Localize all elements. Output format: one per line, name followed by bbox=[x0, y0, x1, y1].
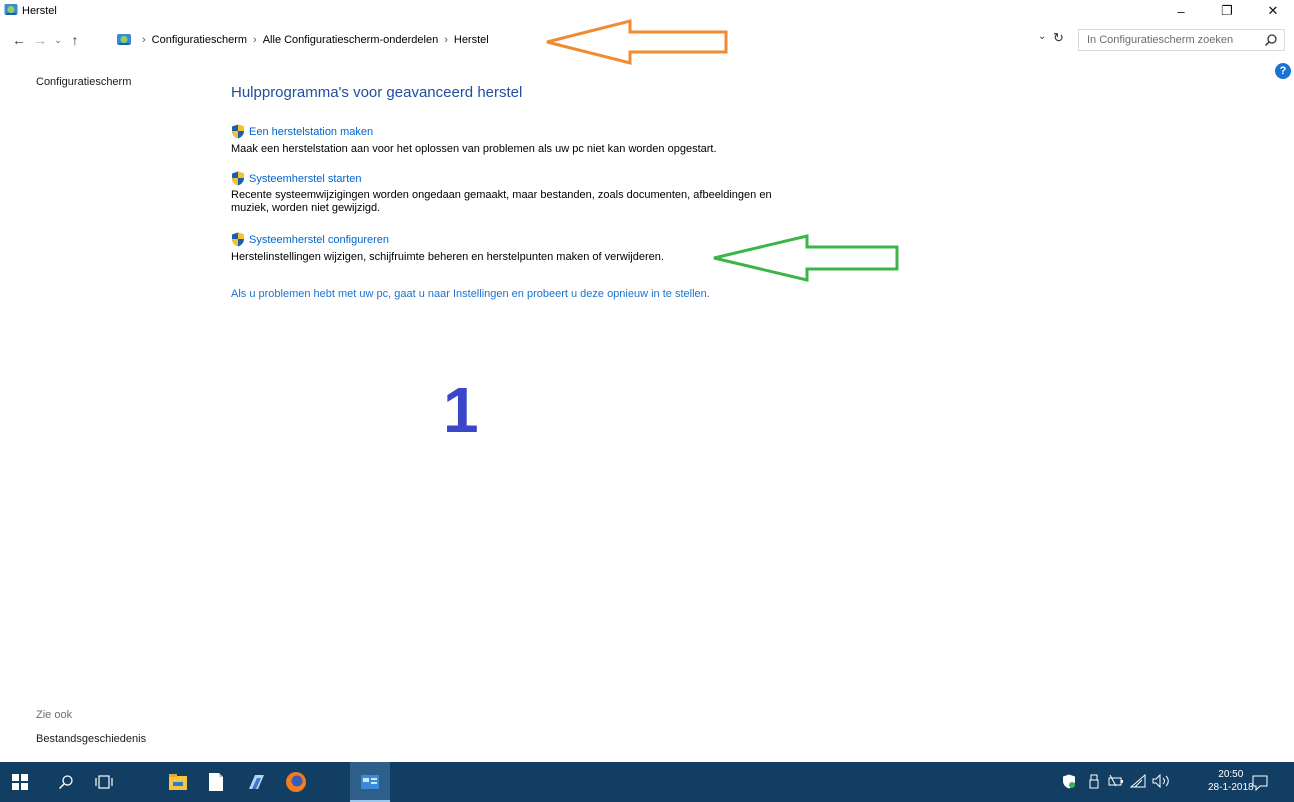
breadcrumb-separator: › bbox=[444, 34, 448, 46]
breadcrumb-separator: › bbox=[253, 34, 257, 46]
start-button[interactable] bbox=[0, 762, 40, 802]
uac-shield-icon bbox=[232, 124, 244, 139]
clock-time: 20:50 bbox=[1218, 769, 1244, 780]
help-icon[interactable]: ? bbox=[1275, 63, 1291, 79]
search-input[interactable]: In Configuratiescherm zoeken bbox=[1078, 29, 1285, 51]
minimize-button[interactable]: – bbox=[1158, 0, 1204, 22]
control-panel-icon bbox=[117, 34, 131, 45]
breadcrumb-configuratiescherm[interactable]: Configuratiescherm bbox=[152, 34, 247, 46]
notification-center-icon[interactable] bbox=[1252, 775, 1268, 791]
taskbar-search-button[interactable] bbox=[46, 762, 86, 802]
close-button[interactable]: ✕ bbox=[1250, 0, 1294, 22]
start-system-restore-link[interactable]: Systeemherstel starten bbox=[249, 173, 362, 185]
document-taskbar-button[interactable] bbox=[196, 762, 236, 802]
uac-shield-icon bbox=[232, 232, 244, 247]
uac-shield-icon bbox=[232, 171, 244, 186]
wifi-tray-icon[interactable] bbox=[1130, 774, 1146, 788]
document-icon bbox=[209, 773, 223, 791]
system-clock[interactable]: 20:50 28-1-2018 bbox=[1208, 768, 1254, 794]
task-view-button[interactable] bbox=[84, 762, 124, 802]
start-icon bbox=[12, 774, 28, 790]
page-title: Hulpprogramma's voor geavanceerd herstel bbox=[231, 84, 523, 101]
app-icon bbox=[249, 775, 264, 789]
step-number-annotation: 1 bbox=[443, 374, 479, 446]
start-system-restore-description: Recente systeemwijzigingen worden ongeda… bbox=[231, 189, 772, 214]
forward-button[interactable]: → bbox=[31, 31, 49, 49]
orange-annotation-arrow bbox=[546, 19, 728, 65]
task-view-icon bbox=[95, 775, 113, 789]
refresh-button[interactable]: ↻ bbox=[1053, 30, 1064, 46]
reset-pc-settings-link[interactable]: Als u problemen hebt met uw pc, gaat u n… bbox=[231, 288, 710, 300]
usb-tray-icon[interactable] bbox=[1088, 774, 1100, 789]
create-recovery-drive-link[interactable]: Een herstelstation maken bbox=[249, 126, 373, 138]
firefox-taskbar-button[interactable] bbox=[276, 762, 316, 802]
recovery-app-icon bbox=[4, 4, 18, 15]
address-dropdown-button[interactable]: ⌄ bbox=[1038, 31, 1046, 42]
file-history-link[interactable]: Bestandsgeschiedenis bbox=[36, 733, 146, 745]
search-placeholder: In Configuratiescherm zoeken bbox=[1087, 34, 1234, 46]
control-panel-icon bbox=[361, 775, 379, 789]
configure-system-restore-link[interactable]: Systeemherstel configureren bbox=[249, 234, 389, 246]
create-recovery-drive-description: Maak een herstelstation aan voor het opl… bbox=[231, 143, 717, 155]
app-taskbar-button[interactable] bbox=[236, 762, 276, 802]
clock-date: 28-1-2018 bbox=[1208, 782, 1254, 793]
window-title: Herstel bbox=[22, 5, 57, 17]
see-also-heading: Zie ook bbox=[36, 709, 73, 721]
firefox-icon bbox=[286, 772, 306, 792]
breadcrumb-alle-onderdelen[interactable]: Alle Configuratiescherm-onderdelen bbox=[263, 34, 438, 46]
breadcrumb-separator: › bbox=[142, 34, 146, 46]
control-panel-taskbar-button[interactable] bbox=[350, 762, 390, 802]
file-explorer-taskbar-button[interactable] bbox=[158, 762, 198, 802]
security-tray-icon[interactable] bbox=[1062, 774, 1076, 789]
control-panel-home-link[interactable]: Configuratiescherm bbox=[36, 76, 131, 88]
green-annotation-arrow bbox=[713, 234, 899, 282]
file-explorer-icon bbox=[169, 774, 187, 790]
volume-tray-icon[interactable] bbox=[1152, 774, 1172, 788]
battery-tray-icon[interactable] bbox=[1108, 774, 1124, 788]
back-button[interactable]: ← bbox=[10, 31, 28, 49]
up-button[interactable]: ↑ bbox=[66, 31, 84, 49]
taskbar: 20:50 28-1-2018 bbox=[0, 762, 1294, 802]
search-icon[interactable] bbox=[1264, 33, 1278, 47]
search-icon bbox=[58, 775, 73, 790]
recent-locations-button[interactable]: ⌄ bbox=[49, 31, 67, 49]
maximize-button[interactable]: ❐ bbox=[1204, 0, 1250, 22]
breadcrumb-herstel[interactable]: Herstel bbox=[454, 34, 489, 46]
